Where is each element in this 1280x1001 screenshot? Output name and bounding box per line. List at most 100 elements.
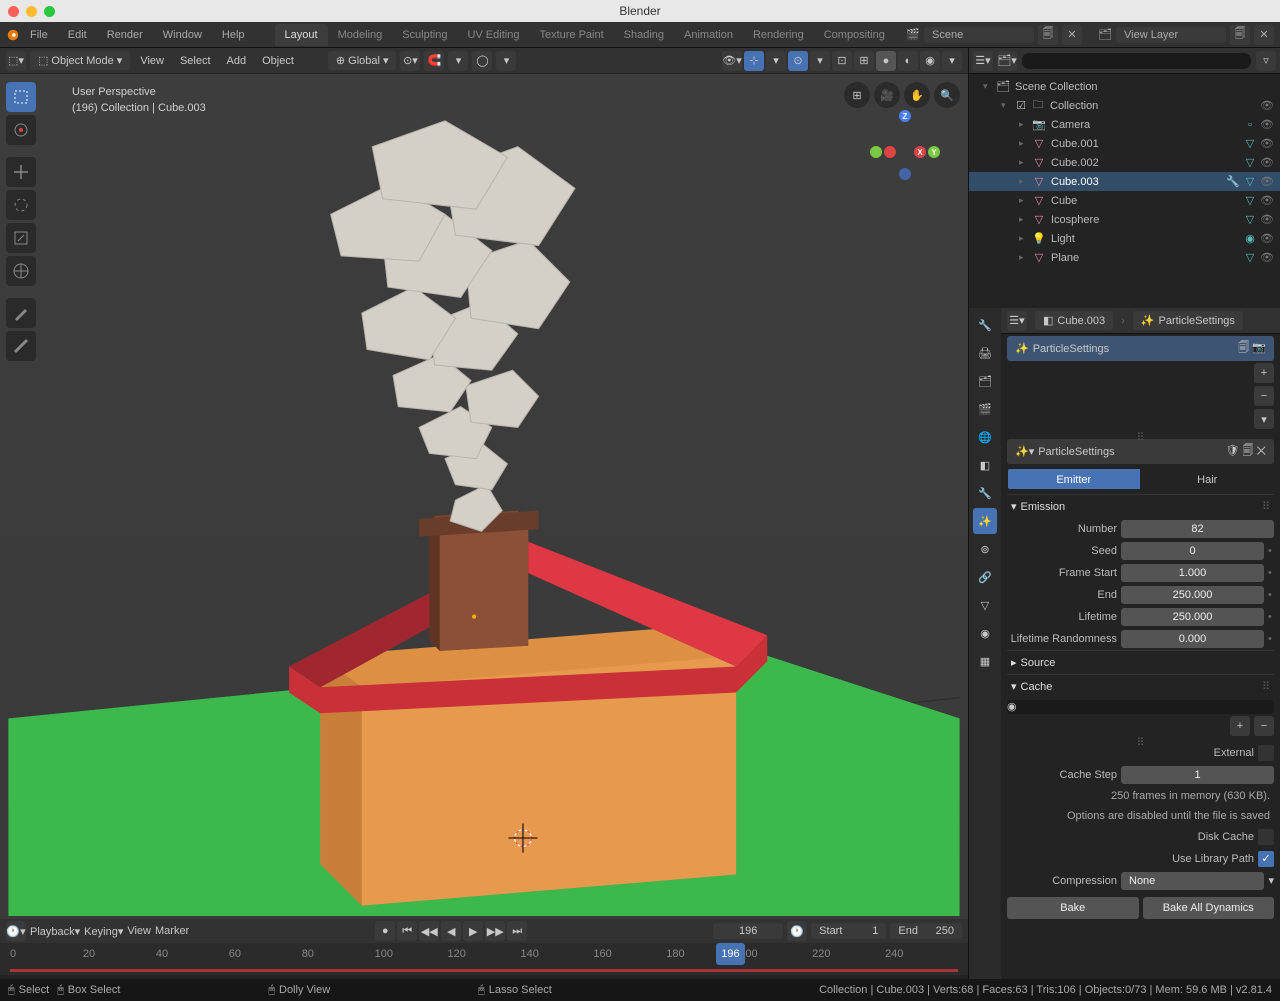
delete-viewlayer-button[interactable]: ✕ xyxy=(1254,25,1274,45)
gizmo-dropdown[interactable]: ▾ xyxy=(766,51,786,71)
outliner-scene-collection[interactable]: ▾🗂Scene Collection xyxy=(969,77,1280,96)
ptab-render[interactable]: 🔧 xyxy=(973,312,997,338)
shading-rendered[interactable]: ◉ xyxy=(920,51,940,71)
workspace-tab-sculpting[interactable]: Sculpting xyxy=(392,24,457,46)
ptab-viewlayer[interactable]: 🗂 xyxy=(973,368,997,394)
viewport-menu-select[interactable]: Select xyxy=(174,52,217,70)
timeline-menu-view[interactable]: View xyxy=(127,925,151,937)
timeline-menu-marker[interactable]: Marker xyxy=(155,925,189,937)
gizmo-toggle[interactable]: ⊹ xyxy=(744,51,764,71)
delete-scene-button[interactable]: ✕ xyxy=(1062,25,1082,45)
proportional-toggle[interactable]: ◯ xyxy=(472,51,492,71)
workspace-tab-animation[interactable]: Animation xyxy=(674,24,743,46)
jump-start-button[interactable]: ⏮ xyxy=(397,921,417,941)
nav-gizmo[interactable]: Z X Y xyxy=(870,110,940,180)
minimize-window-button[interactable] xyxy=(26,6,37,17)
viewport-menu-object[interactable]: Object xyxy=(256,52,300,70)
emission-panel-header[interactable]: ▾ Emission⠿ xyxy=(1007,494,1274,518)
ptab-scene[interactable]: 🎬 xyxy=(973,396,997,422)
preview-range-toggle[interactable]: 🕐 xyxy=(787,921,807,941)
mode-dropdown[interactable]: ⬚ Object Mode ▾ xyxy=(30,51,130,70)
outliner-item[interactable]: ▸▽Plane▽👁 xyxy=(969,248,1280,267)
ptab-object[interactable]: ◧ xyxy=(973,452,997,478)
proportional-dropdown[interactable]: ▾ xyxy=(496,51,516,71)
viewlayer-selector[interactable]: View Layer xyxy=(1116,27,1226,43)
ptab-constraints[interactable]: 🔗 xyxy=(973,564,997,590)
context-particles[interactable]: ✨ ParticleSettings xyxy=(1133,311,1243,330)
viewport-zoom-icon[interactable]: 🔍 xyxy=(934,82,960,108)
keyframe-prev-button[interactable]: ◀◀ xyxy=(419,921,439,941)
new-viewlayer-button[interactable]: 🗐 xyxy=(1230,25,1250,45)
workspace-tab-compositing[interactable]: Compositing xyxy=(814,24,895,46)
bake-button[interactable]: Bake xyxy=(1007,897,1139,919)
keying-menu[interactable]: Keying▾ xyxy=(84,925,123,938)
menu-render[interactable]: Render xyxy=(97,25,153,45)
outliner-search-input[interactable] xyxy=(1021,52,1252,70)
shading-lookdev[interactable]: ◐ xyxy=(898,51,918,71)
overlay-toggle[interactable]: ⊙ xyxy=(788,51,808,71)
outliner-filter-button[interactable]: ▿ xyxy=(1256,51,1276,71)
seed-field[interactable]: 0 xyxy=(1121,542,1264,560)
outliner-item[interactable]: ▸▽Cube.001▽👁 xyxy=(969,134,1280,153)
add-slot-button[interactable]: + xyxy=(1254,363,1274,383)
ptab-texture[interactable]: ▦ xyxy=(973,648,997,674)
frame-start-field[interactable]: 1.000 xyxy=(1121,564,1264,582)
outliner-item[interactable]: ▸▽Cube▽👁 xyxy=(969,191,1280,210)
cache-panel-header[interactable]: ▾ Cache⠿ xyxy=(1007,674,1274,698)
viewport-grid-icon[interactable]: ⊞ xyxy=(844,82,870,108)
start-frame-field[interactable]: Start1 xyxy=(811,923,886,939)
timeline-editor-type[interactable]: 🕐▾ xyxy=(6,921,26,941)
ptab-particles[interactable]: ✨ xyxy=(973,508,997,534)
viewport-menu-add[interactable]: Add xyxy=(221,52,253,70)
type-emitter-button[interactable]: Emitter xyxy=(1007,468,1141,490)
outliner-editor-type[interactable]: ☰▾ xyxy=(973,51,993,71)
viewport-menu-view[interactable]: View xyxy=(134,52,170,70)
frame-end-field[interactable]: 250.000 xyxy=(1121,586,1264,604)
slot-specials-button[interactable]: ▾ xyxy=(1254,409,1274,429)
tool-measure[interactable] xyxy=(6,331,36,361)
zoom-window-button[interactable] xyxy=(44,6,55,17)
viewport-pan-icon[interactable]: ✋ xyxy=(904,82,930,108)
context-object[interactable]: ◧ Cube.003 xyxy=(1035,311,1113,330)
source-panel-header[interactable]: ▸ Source xyxy=(1007,650,1274,674)
visibility-dropdown[interactable]: 👁▾ xyxy=(722,51,742,71)
menu-help[interactable]: Help xyxy=(212,25,255,45)
tool-select-box[interactable] xyxy=(6,82,36,112)
workspace-tab-modeling[interactable]: Modeling xyxy=(328,24,393,46)
cache-step-field[interactable]: 1 xyxy=(1121,766,1274,784)
ptab-modifiers[interactable]: 🔧 xyxy=(973,480,997,506)
disk-cache-checkbox[interactable] xyxy=(1258,829,1274,845)
cache-remove-button[interactable]: − xyxy=(1254,716,1274,736)
tool-scale[interactable] xyxy=(6,223,36,253)
autokey-toggle[interactable]: ● xyxy=(375,921,395,941)
shading-solid[interactable]: ● xyxy=(876,51,896,71)
ptab-material[interactable]: ◉ xyxy=(973,620,997,646)
outliner-item-selected[interactable]: ▸▽Cube.003🔧▽👁 xyxy=(969,172,1280,191)
timeline-ruler[interactable]: 0 20 40 60 80 100 120 140 160 180 200 22… xyxy=(0,943,968,965)
current-frame-field[interactable]: 196 xyxy=(713,923,783,939)
viewport-camera-icon[interactable]: 🎥 xyxy=(874,82,900,108)
properties-editor-type[interactable]: ☰▾ xyxy=(1007,311,1027,331)
menu-file[interactable]: File xyxy=(20,25,58,45)
close-window-button[interactable] xyxy=(8,6,19,17)
lifetime-rand-field[interactable]: 0.000 xyxy=(1121,630,1264,648)
type-hair-button[interactable]: Hair xyxy=(1141,468,1275,490)
particle-slot[interactable]: ✨ ParticleSettings 🗐 📷 xyxy=(1007,336,1274,361)
visibility-toggle-icon[interactable]: 👁 xyxy=(1260,99,1274,112)
remove-slot-button[interactable]: − xyxy=(1254,386,1274,406)
end-frame-field[interactable]: End250 xyxy=(890,923,962,939)
tool-annotate[interactable] xyxy=(6,298,36,328)
pivot-dropdown[interactable]: ⊙▾ xyxy=(400,51,420,71)
ptab-mesh[interactable]: ▽ xyxy=(973,592,997,618)
library-path-checkbox[interactable]: ✓ xyxy=(1258,851,1274,867)
ptab-output[interactable]: 🖨 xyxy=(973,340,997,366)
jump-end-button[interactable]: ⏭ xyxy=(507,921,527,941)
overlay-dropdown[interactable]: ▾ xyxy=(810,51,830,71)
external-checkbox[interactable] xyxy=(1258,745,1274,761)
workspace-tab-layout[interactable]: Layout xyxy=(275,24,328,46)
tool-rotate[interactable] xyxy=(6,190,36,220)
xray-toggle[interactable]: ⊡ xyxy=(832,51,852,71)
play-button[interactable]: ▶ xyxy=(463,921,483,941)
menu-window[interactable]: Window xyxy=(153,25,212,45)
bake-all-button[interactable]: Bake All Dynamics xyxy=(1143,897,1275,919)
